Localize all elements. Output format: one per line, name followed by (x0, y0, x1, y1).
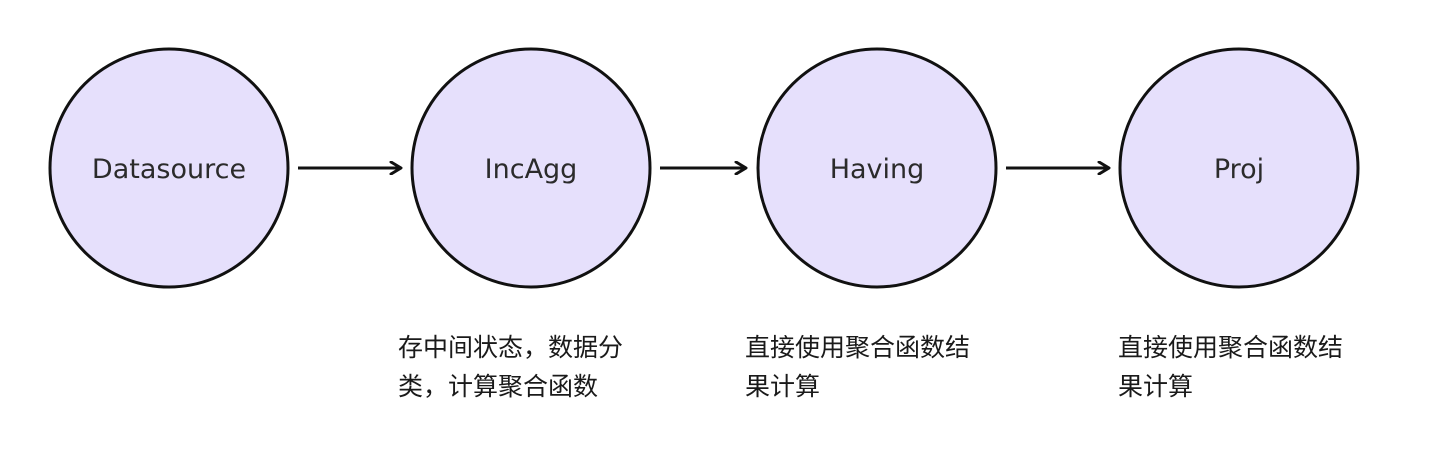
proj-description: 直接使用聚合函数结 果计算 (1118, 328, 1343, 406)
node-proj-label: Proj (1214, 154, 1264, 185)
incagg-description-line-1: 存中间状态，数据分 (398, 333, 624, 362)
having-description-line-2: 果计算 (745, 372, 821, 401)
incagg-description-line-2: 类，计算聚合函数 (398, 372, 599, 401)
having-description: 直接使用聚合函数结 果计算 (745, 328, 970, 406)
having-description-line-1: 直接使用聚合函数结 (745, 333, 971, 362)
node-datasource: Datasource (48, 47, 290, 289)
node-proj: Proj (1118, 47, 1360, 289)
node-having: Having (756, 47, 998, 289)
node-datasource-label: Datasource (92, 154, 246, 185)
node-having-label: Having (830, 154, 925, 185)
incagg-description: 存中间状态，数据分 类，计算聚合函数 (398, 328, 623, 406)
node-incagg-label: IncAgg (485, 154, 578, 185)
node-incagg: IncAgg (410, 47, 652, 289)
proj-description-line-1: 直接使用聚合函数结 (1118, 333, 1344, 362)
proj-description-line-2: 果计算 (1118, 372, 1194, 401)
